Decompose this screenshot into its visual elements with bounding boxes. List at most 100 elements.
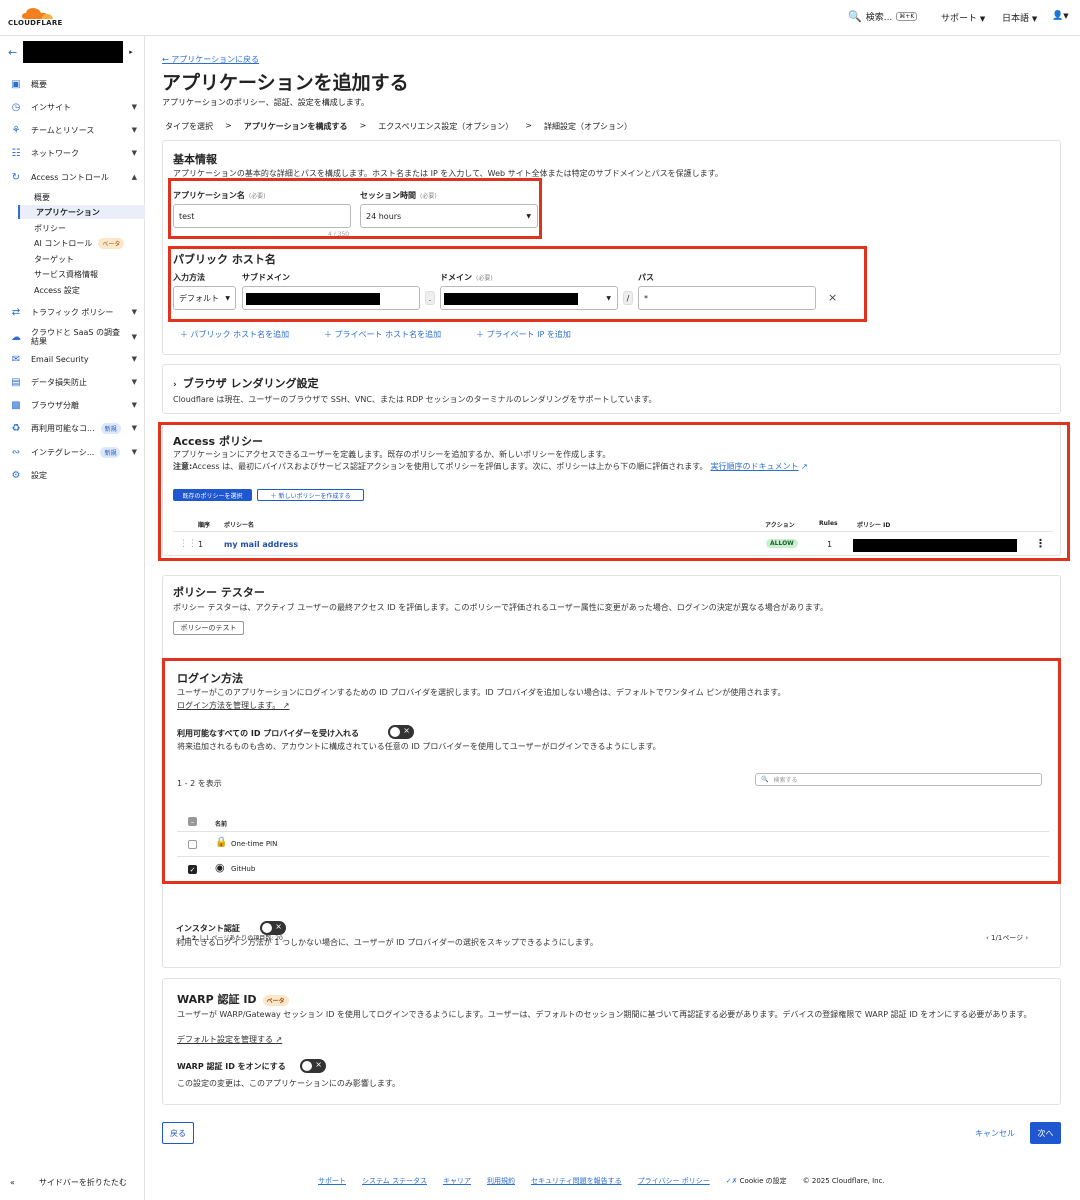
warp-toggle-label: WARP 認証 ID をオンにする xyxy=(177,1062,286,1071)
access-icon: ↻ xyxy=(11,171,21,183)
sub-item-targets[interactable]: ターゲット xyxy=(18,252,145,266)
manage-default-settings-link[interactable]: デフォルト設定を管理する ↗ xyxy=(177,1034,282,1045)
plus-icon: ＋ xyxy=(324,330,332,339)
sidebar-item-email[interactable]: ✉ Email Security ▼ xyxy=(0,349,145,369)
logo-text: CLOUDFLARE xyxy=(8,19,63,27)
sidebar-item-cloud[interactable]: ☁ クラウドと SaaS の調査結果 ▼ xyxy=(0,325,145,349)
close-icon: × xyxy=(275,922,282,931)
plus-icon: ＋ xyxy=(180,330,188,339)
chevron-down-icon: ▼ xyxy=(131,448,137,456)
external-link-icon: ↗ xyxy=(275,1035,283,1044)
footer-link-careers[interactable]: キャリア xyxy=(443,1176,471,1186)
step-configure: アプリケーションを構成する xyxy=(243,122,348,131)
chevron-down-icon: ▼ xyxy=(131,378,137,386)
cookie-settings-link[interactable]: ✓✗ Cookie の設定 xyxy=(726,1176,787,1186)
chevron-down-icon: ▼ xyxy=(1031,15,1038,23)
global-search[interactable]: 🔍 検索... ⌘+K xyxy=(848,10,918,23)
policy-tester-desc: ポリシー テスターは、アクティブ ユーザーの最終アクセス ID を評価します。こ… xyxy=(173,603,829,612)
footer-link-terms[interactable]: 利用規約 xyxy=(487,1176,515,1186)
add-private-hostname-button[interactable]: ＋ プライベート ホスト名を追加 xyxy=(324,329,441,340)
warp-title: WARP 認証 ID ベータ xyxy=(177,991,289,1007)
sidebar-item-dlp[interactable]: ▤ データ損失防止 ▼ xyxy=(0,372,145,392)
sub-item-applications[interactable]: アプリケーション xyxy=(18,205,145,219)
chevron-down-icon: ▼ xyxy=(131,308,137,316)
chevron-down-icon: ▼ xyxy=(131,103,137,111)
traffic-icon: ⇄ xyxy=(11,306,21,318)
cancel-button[interactable]: キャンセル xyxy=(975,1128,1015,1139)
add-private-ip-button[interactable]: ＋ プライベート IP を追加 xyxy=(476,329,571,340)
close-icon: × xyxy=(315,1060,322,1069)
back-button[interactable]: 戻る xyxy=(162,1122,194,1144)
sidebar-item-browser-isolation[interactable]: ▩ ブラウザ分離 ▼ xyxy=(0,395,145,415)
footer-link-security[interactable]: セキュリティ問題を報告する xyxy=(531,1176,622,1186)
step-advanced[interactable]: 詳細設定（オプション） xyxy=(544,121,632,132)
highlight-access-policies xyxy=(158,422,1070,561)
new-badge: 新規 xyxy=(100,422,121,434)
warp-desc: ユーザーが WARP/Gateway セッション ID を使用してログインできる… xyxy=(177,1010,1032,1019)
chevron-down-icon: ▼ xyxy=(131,401,137,409)
warp-card: WARP 認証 ID ベータ ユーザーが WARP/Gateway セッション I… xyxy=(162,978,1061,1105)
chevron-right-icon: › xyxy=(1025,934,1029,942)
account-switcher[interactable]: ← ▸ xyxy=(8,40,138,64)
browser-rendering-title: › ブラウザ レンダリング設定 xyxy=(173,377,319,390)
policy-tester-title: ポリシー テスター xyxy=(173,586,265,599)
back-to-applications-link[interactable]: ← アプリケーションに戻る xyxy=(162,54,259,65)
step-select-type[interactable]: タイプを選択 xyxy=(165,121,213,132)
test-policy-button[interactable]: ポリシーのテスト xyxy=(173,621,244,635)
chevron-left-icon: ‹ xyxy=(986,934,989,942)
plus-icon: ＋ xyxy=(476,330,484,339)
sidebar-item-reusable[interactable]: ♻ 再利用可能なコ... 新規 ▼ xyxy=(0,418,145,438)
footer-link-status[interactable]: システム ステータス xyxy=(362,1176,427,1186)
dlp-icon: ▤ xyxy=(11,376,21,388)
highlight-login-method xyxy=(162,658,1061,884)
add-public-hostname-button[interactable]: ＋ パブリック ホスト名を追加 xyxy=(180,329,289,340)
sidebar-item-settings[interactable]: ⚙ 設定 xyxy=(0,465,145,485)
chevron-down-icon: ▼ xyxy=(131,126,137,134)
toggle-privacy-icon: ✓✗ xyxy=(725,1177,738,1185)
warp-toggle-desc: この設定の変更は、このアプリケーションにのみ影響します。 xyxy=(177,1079,401,1088)
back-arrow-icon[interactable]: ← xyxy=(8,46,17,59)
instant-auth-toggle[interactable]: × xyxy=(260,921,286,935)
sidebar-item-integration[interactable]: ∾ インテグレーシ... 新規 ▼ xyxy=(0,442,145,462)
search-label: 検索... xyxy=(865,13,893,23)
collapse-sidebar-button[interactable]: « サイドバーを折りたたむ xyxy=(10,1177,127,1188)
sidebar-item-insights[interactable]: ◷ インサイト ▼ xyxy=(0,97,145,117)
sidebar-item-overview[interactable]: ▣ 概要 xyxy=(0,74,145,94)
sidebar-item-network[interactable]: ☷ ネットワーク ▼ xyxy=(0,143,145,163)
sub-item-ai-control[interactable]: AI コントロール ベータ xyxy=(18,236,145,250)
cloudflare-logo[interactable]: CLOUDFLARE xyxy=(8,6,72,30)
email-icon: ✉ xyxy=(11,353,21,365)
footer-link-privacy[interactable]: プライバシー ポリシー xyxy=(638,1176,710,1186)
warp-toggle[interactable]: × xyxy=(300,1059,326,1073)
beta-badge: ベータ xyxy=(262,995,289,1006)
step-experience[interactable]: エクスペリエンス設定（オプション） xyxy=(378,121,513,132)
browser-rendering-card[interactable]: › ブラウザ レンダリング設定 Cloudflare は現在、ユーザーのブラウザで… xyxy=(162,364,1061,414)
shortcut-badge: ⌘+K xyxy=(896,12,918,21)
sidebar-item-traffic[interactable]: ⇄ トラフィック ポリシー ▼ xyxy=(0,302,145,322)
chevron-up-icon: ▲ xyxy=(131,173,137,181)
sidebar-item-access[interactable]: ↻ Access コントロール ▲ xyxy=(0,167,145,187)
pagination-controls[interactable]: ‹ 1/1ページ › xyxy=(986,933,1028,943)
chevron-down-icon: ▼ xyxy=(131,149,137,157)
overview-icon: ▣ xyxy=(11,78,21,90)
beta-badge: ベータ xyxy=(98,237,125,249)
sub-item-policies[interactable]: ポリシー xyxy=(18,221,145,235)
next-button[interactable]: 次へ xyxy=(1030,1122,1061,1144)
sub-item-overview[interactable]: 概要 xyxy=(18,190,145,204)
footer: サポート システム ステータス キャリア 利用規約 セキュリティ問題を報告する … xyxy=(318,1176,885,1186)
chevron-down-icon: ▼ xyxy=(131,333,137,341)
footer-link-support[interactable]: サポート xyxy=(318,1176,346,1186)
double-chevron-left-icon: « xyxy=(10,1178,15,1187)
support-menu[interactable]: サポート ▼ xyxy=(941,11,985,24)
instant-auth-desc: 利用できるログイン方法が 1 つしかない場合に、ユーザーが ID プロバイダーの… xyxy=(176,938,598,947)
highlight-hostname xyxy=(168,246,867,322)
page-title: アプリケーションを追加する xyxy=(162,72,409,94)
sub-item-service-credentials[interactable]: サービス資格情報 xyxy=(18,267,145,281)
language-menu[interactable]: 日本語 ▼ xyxy=(1002,11,1037,24)
user-menu[interactable]: 👤▼ xyxy=(1052,11,1069,21)
sub-item-access-settings[interactable]: Access 設定 xyxy=(18,283,145,297)
page-subtitle: アプリケーションのポリシー、認証、設定を構成します。 xyxy=(162,98,369,107)
gear-icon: ⚙ xyxy=(11,469,21,481)
top-bar: CLOUDFLARE 🔍 検索... ⌘+K サポート ▼ 日本語 ▼ 👤▼ xyxy=(0,0,1080,36)
sidebar-item-team[interactable]: ⚘ チームとリソース ▼ xyxy=(0,120,145,140)
